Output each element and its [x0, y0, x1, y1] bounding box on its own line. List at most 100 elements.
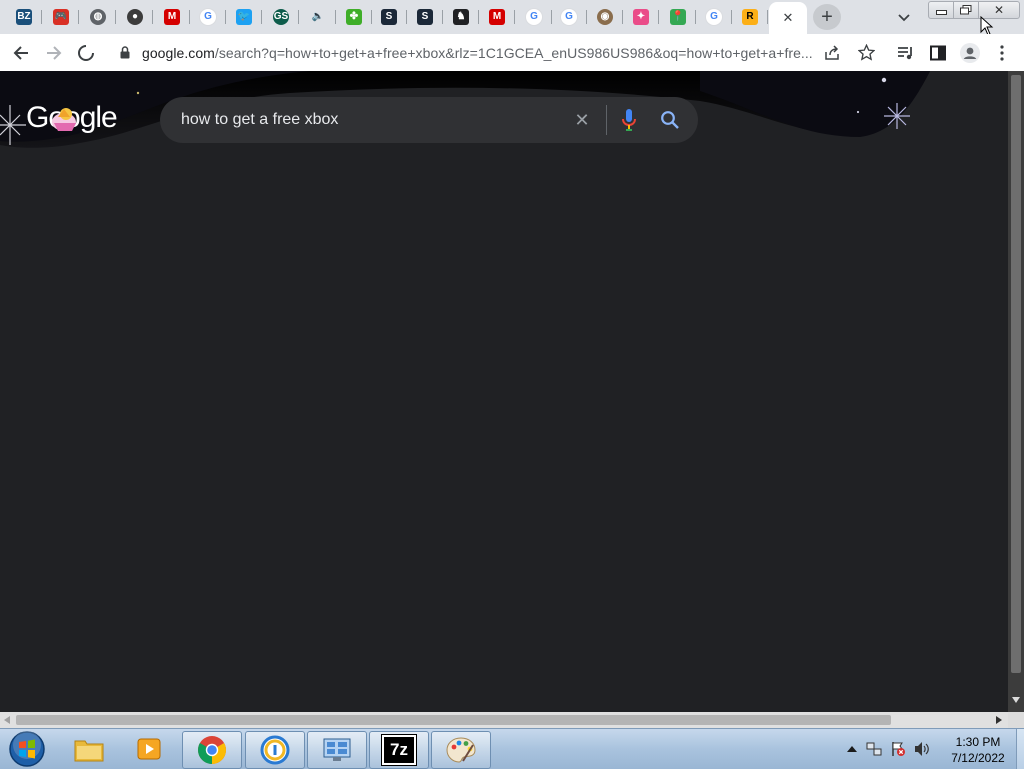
vertical-scrollbar[interactable]: [1008, 71, 1024, 712]
start-button[interactable]: [4, 729, 50, 769]
url-text[interactable]: google.com/search?q=how+to+get+a+free+xb…: [142, 45, 813, 61]
action-center-flag-icon: [892, 742, 905, 756]
loading-spinner-icon: [78, 45, 94, 61]
tray-volume[interactable]: [914, 741, 930, 757]
tab-avatar-site[interactable]: ◉: [587, 4, 623, 30]
taskbar-explorer[interactable]: [60, 731, 118, 767]
clear-x-icon: ✕: [574, 110, 590, 130]
tab-google-2[interactable]: G: [516, 4, 552, 30]
restore-button[interactable]: [953, 1, 979, 19]
7zip-icon: 7z: [381, 734, 417, 766]
active-tab[interactable]: ✕: [769, 2, 807, 34]
tab-gamepad-site[interactable]: 🎮: [43, 4, 79, 30]
gs-circle-icon: GS: [273, 9, 289, 25]
scroll-left-arrow-icon[interactable]: [4, 716, 10, 724]
scroll-down-arrow-icon[interactable]: [1012, 697, 1020, 703]
taskbar-media-player[interactable]: [120, 731, 178, 767]
share-button[interactable]: [824, 45, 840, 66]
paint-palette-icon: [446, 737, 476, 763]
taskbar-7zip[interactable]: 7z: [369, 731, 429, 769]
search-submit-button[interactable]: [660, 110, 680, 135]
media-queue-icon: [898, 47, 912, 60]
tab-green-site[interactable]: GS: [263, 4, 299, 30]
tab-separator: [115, 10, 116, 24]
tab-m-site-1[interactable]: M: [154, 4, 190, 30]
clear-search-button[interactable]: ✕: [570, 109, 594, 131]
taskbar-control-panel[interactable]: [307, 731, 367, 769]
url-host: google.com: [142, 45, 215, 61]
tab-pinwheel-site[interactable]: ✦: [623, 4, 659, 30]
search-divider: [606, 105, 607, 135]
ninja-icon: ●: [127, 9, 143, 25]
folder-icon: [74, 740, 104, 762]
tab-clover-site[interactable]: ✤: [336, 4, 372, 30]
7zip-label: 7z: [390, 740, 408, 759]
back-button[interactable]: [8, 40, 34, 66]
lock-icon: [120, 46, 130, 59]
omnibox[interactable]: google.com/search?q=how+to+get+a+free+xb…: [108, 37, 886, 69]
chevron-down-icon: [898, 14, 910, 22]
close-tab-icon[interactable]: ✕: [783, 10, 794, 26]
minimize-icon: [935, 9, 947, 15]
search-query-text[interactable]: how to get a free xbox: [181, 111, 338, 129]
chrome-menu-button[interactable]: [989, 40, 1015, 66]
tab-steam-1[interactable]: S: [371, 4, 407, 30]
tab-google-1[interactable]: G: [190, 4, 226, 30]
tab-globe-site[interactable]: ◍: [80, 4, 116, 30]
tray-action-center[interactable]: [890, 741, 906, 757]
tab-bz-site[interactable]: BZ: [6, 4, 42, 30]
search-box[interactable]: how to get a free xbox ✕: [160, 97, 698, 143]
tab-rockstar[interactable]: R: [732, 4, 768, 30]
maps-pin-icon: 📍: [670, 9, 686, 25]
tab-ninja-site[interactable]: ●: [117, 4, 153, 30]
show-hidden-icons-button[interactable]: [844, 741, 860, 757]
taskbar-keepass[interactable]: [245, 731, 305, 769]
tab-separator: [261, 10, 262, 24]
tab-twitter[interactable]: 🐦: [226, 4, 262, 30]
network-icon: [866, 742, 882, 756]
horizontal-scroll-thumb[interactable]: [16, 715, 891, 725]
chrome-icon: [198, 736, 226, 764]
speaker-icon: 🔈: [310, 9, 326, 25]
share-icon: [825, 45, 839, 60]
media-controls-button[interactable]: [893, 40, 919, 66]
stop-loading-button[interactable]: [73, 40, 99, 66]
tab-search-button[interactable]: [893, 8, 915, 28]
vertical-scroll-thumb[interactable]: [1011, 75, 1021, 673]
tab-separator: [41, 10, 42, 24]
scroll-right-arrow-icon[interactable]: [996, 716, 1002, 724]
minimize-button[interactable]: [928, 1, 954, 19]
clock-date: 7/12/2022: [951, 751, 1005, 765]
profile-avatar-icon: [960, 43, 980, 63]
tab-audio-playing[interactable]: 🔈: [300, 4, 336, 30]
bookmark-star-button[interactable]: [857, 43, 876, 66]
globe-icon: ◍: [90, 9, 106, 25]
close-window-icon: ✕: [993, 3, 1005, 17]
taskbar-paint[interactable]: [431, 731, 491, 769]
tab-google-3[interactable]: G: [551, 4, 587, 30]
tab-steam-2[interactable]: S: [407, 4, 443, 30]
forward-arrow-icon: [47, 46, 62, 60]
taskbar-chrome[interactable]: [182, 731, 242, 769]
taskbar-clock[interactable]: 1:30 PM 7/12/2022: [938, 734, 1018, 766]
profile-button[interactable]: [957, 40, 983, 66]
tray-network[interactable]: [866, 741, 882, 757]
search-magnifier-icon: [661, 111, 679, 129]
voice-search-button[interactable]: [620, 108, 638, 137]
new-tab-button[interactable]: +: [813, 4, 841, 30]
google-doodle-logo[interactable]: Google: [26, 101, 118, 141]
tab-m-site-2[interactable]: M: [479, 4, 515, 30]
tab-maps[interactable]: 📍: [660, 4, 696, 30]
media-player-icon: [137, 738, 161, 760]
plus-icon: +: [821, 6, 833, 28]
google-g-icon: G: [705, 8, 723, 26]
doodle-character-icon: [52, 108, 76, 131]
m-red-icon: M: [164, 9, 180, 25]
side-panel-button[interactable]: [925, 40, 951, 66]
tab-puzzle-site[interactable]: ♞: [443, 4, 479, 30]
horizontal-scrollbar[interactable]: [0, 712, 1008, 728]
forward-button[interactable]: [41, 40, 67, 66]
tab-separator: [152, 10, 153, 24]
show-desktop-button[interactable]: [1016, 729, 1024, 769]
tab-google-4[interactable]: G: [696, 4, 732, 30]
